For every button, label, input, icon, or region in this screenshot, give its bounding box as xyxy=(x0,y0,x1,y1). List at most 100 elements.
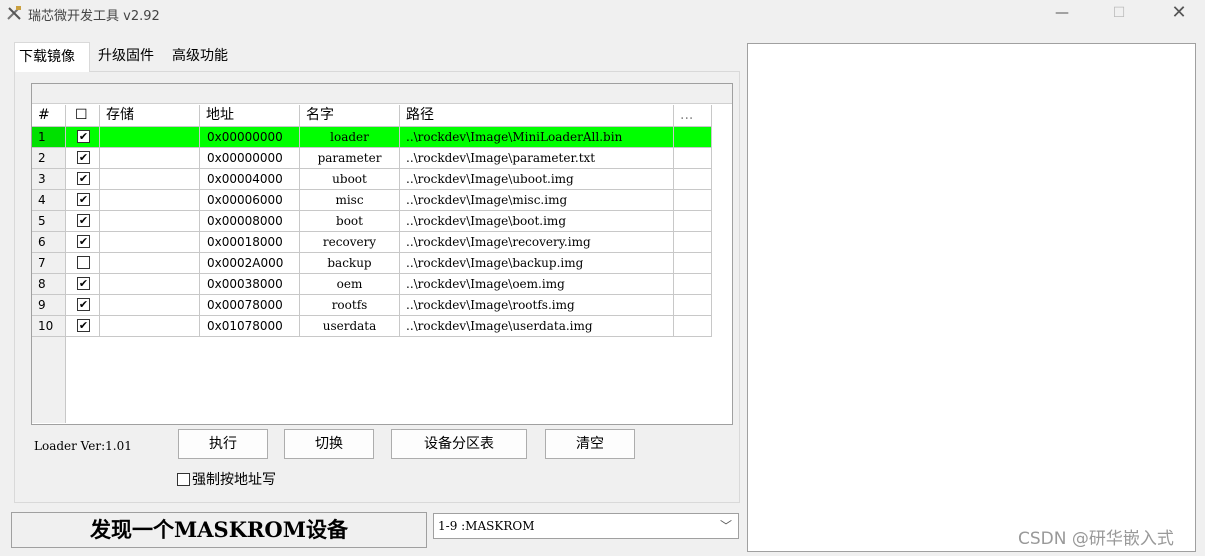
log-output-panel[interactable] xyxy=(747,43,1196,552)
partition-table-button[interactable]: 设备分区表 xyxy=(391,429,527,459)
row-checkbox-cell: ✔ xyxy=(66,169,100,190)
table-row[interactable]: 6 ✔ 0x00018000 recovery ..\rockdev\Image\rec… xyxy=(32,232,712,253)
row-more[interactable] xyxy=(674,127,712,148)
row-path[interactable]: ..\rockdev\Image\parameter.txt xyxy=(400,148,674,169)
row-path[interactable]: ..\rockdev\Image\userdata.img xyxy=(400,316,674,337)
row-path[interactable]: ..\rockdev\Image\boot.img xyxy=(400,211,674,232)
row-name: rootfs xyxy=(300,295,400,316)
tools-icon xyxy=(7,6,21,20)
row-index: 9 xyxy=(32,295,66,316)
row-more[interactable] xyxy=(674,211,712,232)
checkbox-box[interactable] xyxy=(177,473,190,486)
row-name: boot xyxy=(300,211,400,232)
table-row[interactable]: 8 ✔ 0x00038000 oem ..\rockdev\Image\oem.img xyxy=(32,274,712,295)
tab-download-image[interactable]: 下载镜像 xyxy=(14,42,90,72)
device-select-value: 1-9 :MASKROM xyxy=(438,519,535,533)
row-index: 7 xyxy=(32,253,66,274)
table-top-band xyxy=(32,84,732,104)
watermark: CSDN @研华嵌入式 xyxy=(1018,529,1174,549)
row-checkbox[interactable]: ✔ xyxy=(77,172,90,185)
row-checkbox[interactable]: ✔ xyxy=(77,319,90,332)
header-address[interactable]: 地址 xyxy=(200,105,300,127)
header-path[interactable]: 路径 xyxy=(400,105,674,127)
maximize-button[interactable]: ☐ xyxy=(1097,2,1141,26)
header-index[interactable]: # xyxy=(32,105,66,127)
table-row[interactable]: 9 ✔ 0x00078000 rootfs ..\rockdev\Image\rootf… xyxy=(32,295,712,316)
row-more[interactable] xyxy=(674,253,712,274)
row-checkbox[interactable]: ✔ xyxy=(77,277,90,290)
row-address[interactable]: 0x00018000 xyxy=(200,232,300,253)
tab-upgrade-firmware[interactable]: 升级固件 xyxy=(94,42,164,72)
row-address[interactable]: 0x01078000 xyxy=(200,316,300,337)
header-select-all[interactable]: ☐ xyxy=(66,105,100,127)
row-address[interactable]: 0x00004000 xyxy=(200,169,300,190)
row-checkbox[interactable] xyxy=(77,256,90,269)
row-index: 5 xyxy=(32,211,66,232)
table-row[interactable]: 3 ✔ 0x00004000 uboot ..\rockdev\Image\uboot.… xyxy=(32,169,712,190)
force-address-write-checkbox[interactable]: 强制按地址写 xyxy=(177,469,276,489)
row-more[interactable] xyxy=(674,190,712,211)
table-row[interactable]: 5 ✔ 0x00008000 boot ..\rockdev\Image\boot.im… xyxy=(32,211,712,232)
header-storage[interactable]: 存储 xyxy=(100,105,200,127)
row-path[interactable]: ..\rockdev\Image\oem.img xyxy=(400,274,674,295)
row-storage xyxy=(100,232,200,253)
row-address[interactable]: 0x00038000 xyxy=(200,274,300,295)
row-more[interactable] xyxy=(674,169,712,190)
switch-button[interactable]: 切换 xyxy=(284,429,374,459)
row-index: 2 xyxy=(32,148,66,169)
row-index: 6 xyxy=(32,232,66,253)
row-checkbox-cell: ✔ xyxy=(66,127,100,148)
clear-button[interactable]: 清空 xyxy=(545,429,635,459)
table-row[interactable]: 7 0x0002A000 backup ..\rockdev\Image\backup… xyxy=(32,253,712,274)
row-more[interactable] xyxy=(674,232,712,253)
device-select[interactable]: 1-9 :MASKROM ﹀ xyxy=(433,513,739,539)
row-address[interactable]: 0x0002A000 xyxy=(200,253,300,274)
execute-button[interactable]: 执行 xyxy=(178,429,268,459)
row-path[interactable]: ..\rockdev\Image\backup.img xyxy=(400,253,674,274)
row-more[interactable] xyxy=(674,274,712,295)
row-storage xyxy=(100,253,200,274)
row-checkbox[interactable]: ✔ xyxy=(77,130,90,143)
row-path[interactable]: ..\rockdev\Image\uboot.img xyxy=(400,169,674,190)
tab-advanced[interactable]: 高级功能 xyxy=(168,42,238,72)
row-more[interactable] xyxy=(674,316,712,337)
row-name: parameter xyxy=(300,148,400,169)
row-address[interactable]: 0x00006000 xyxy=(200,190,300,211)
row-checkbox-cell: ✔ xyxy=(66,148,100,169)
row-checkbox[interactable]: ✔ xyxy=(77,298,90,311)
loader-version: Loader Ver:1.01 xyxy=(34,439,132,453)
window-title: 瑞芯微开发工具 v2.92 xyxy=(28,9,160,24)
table-row[interactable]: 2 ✔ 0x00000000 parameter ..\rockdev\Image\pa… xyxy=(32,148,712,169)
chevron-down-icon[interactable]: ﹀ xyxy=(720,514,732,538)
row-checkbox-cell: ✔ xyxy=(66,190,100,211)
row-address[interactable]: 0x00000000 xyxy=(200,148,300,169)
row-path[interactable]: ..\rockdev\Image\rootfs.img xyxy=(400,295,674,316)
row-path[interactable]: ..\rockdev\Image\misc.img xyxy=(400,190,674,211)
row-name: uboot xyxy=(300,169,400,190)
row-address[interactable]: 0x00000000 xyxy=(200,127,300,148)
row-storage xyxy=(100,169,200,190)
row-more[interactable] xyxy=(674,295,712,316)
table-row[interactable]: 4 ✔ 0x00006000 misc ..\rockdev\Image\misc.im… xyxy=(32,190,712,211)
row-checkbox-cell: ✔ xyxy=(66,295,100,316)
row-name: userdata xyxy=(300,316,400,337)
row-address[interactable]: 0x00008000 xyxy=(200,211,300,232)
table-header: # ☐ 存储 地址 名字 路径 ... xyxy=(32,105,712,127)
row-checkbox[interactable]: ✔ xyxy=(77,235,90,248)
row-path[interactable]: ..\rockdev\Image\MiniLoaderAll.bin xyxy=(400,127,674,148)
table-row[interactable]: 10 ✔ 0x01078000 userdata ..\rockdev\Image\us… xyxy=(32,316,712,337)
force-address-write-label: 强制按地址写 xyxy=(192,472,276,488)
row-checkbox[interactable]: ✔ xyxy=(77,214,90,227)
header-name[interactable]: 名字 xyxy=(300,105,400,127)
row-checkbox[interactable]: ✔ xyxy=(77,193,90,206)
row-path[interactable]: ..\rockdev\Image\recovery.img xyxy=(400,232,674,253)
header-more[interactable]: ... xyxy=(674,105,712,127)
row-checkbox-cell: ✔ xyxy=(66,211,100,232)
close-button[interactable]: ✕ xyxy=(1157,2,1201,26)
row-checkbox[interactable]: ✔ xyxy=(77,151,90,164)
row-more[interactable] xyxy=(674,148,712,169)
row-address[interactable]: 0x00078000 xyxy=(200,295,300,316)
row-storage xyxy=(100,148,200,169)
table-row[interactable]: 1 ✔ 0x00000000 loader ..\rockdev\Image\MiniL… xyxy=(32,127,712,148)
minimize-button[interactable]: — xyxy=(1040,2,1084,26)
